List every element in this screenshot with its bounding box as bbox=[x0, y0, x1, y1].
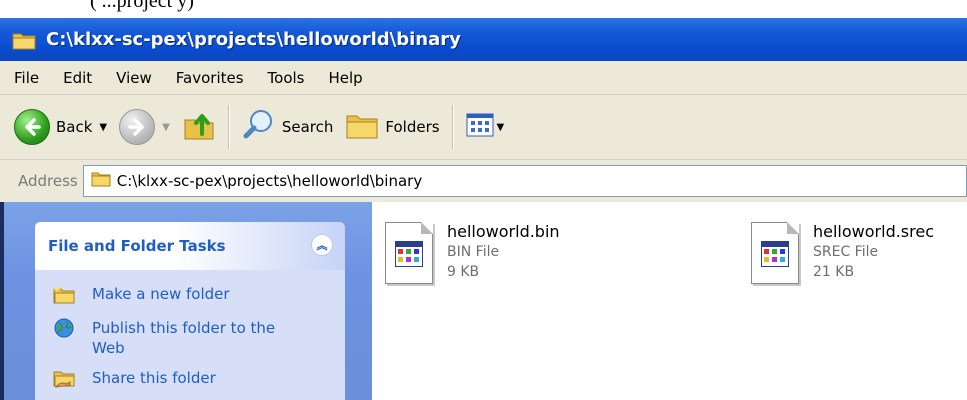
publish-web-icon bbox=[53, 318, 75, 338]
task-label: Make a new folder bbox=[92, 285, 230, 303]
menu-edit[interactable]: Edit bbox=[51, 69, 104, 87]
folders-button[interactable]: Folders bbox=[339, 104, 445, 150]
toolbar-separator bbox=[451, 105, 454, 149]
search-icon bbox=[242, 108, 276, 146]
search-label: Search bbox=[281, 118, 334, 136]
file-type: BIN File bbox=[447, 244, 500, 260]
window-left-border bbox=[0, 202, 4, 400]
forward-arrow-icon bbox=[119, 109, 156, 145]
file-item-helloworld-bin[interactable]: helloworld.bin BIN File 9 KB bbox=[385, 222, 560, 284]
collapse-chevron-icon[interactable]: ︽ bbox=[311, 234, 333, 256]
up-folder-button[interactable] bbox=[176, 104, 222, 150]
task-panel-title: File and Folder Tasks bbox=[48, 237, 226, 255]
forward-dropdown-icon[interactable]: ▼ bbox=[162, 122, 170, 133]
back-dropdown-icon[interactable]: ▼ bbox=[99, 122, 107, 133]
task-panel-header[interactable]: File and Folder Tasks ︽ bbox=[35, 222, 345, 270]
menu-view[interactable]: View bbox=[104, 69, 164, 87]
menu-help[interactable]: Help bbox=[317, 69, 375, 87]
binary-file-icon bbox=[385, 222, 433, 284]
task-label: Share this folder bbox=[92, 369, 216, 387]
file-item-helloworld-srec[interactable]: helloworld.srec SREC File 21 KB bbox=[751, 222, 934, 284]
address-label: Address bbox=[18, 172, 78, 190]
up-folder-icon bbox=[182, 108, 216, 146]
folder-icon bbox=[12, 30, 36, 50]
menu-bar: File Edit View Favorites Tools Help bbox=[0, 61, 967, 95]
task-publish-folder-to-web[interactable]: Publish this folder to the Web bbox=[53, 318, 307, 358]
menu-tools[interactable]: Tools bbox=[256, 69, 317, 87]
new-folder-icon bbox=[53, 284, 75, 304]
back-button[interactable]: Back ▼ bbox=[8, 104, 113, 150]
file-name: helloworld.srec bbox=[813, 222, 935, 241]
task-label: Publish this folder to the Web bbox=[92, 319, 276, 357]
menu-favorites[interactable]: Favorites bbox=[164, 69, 256, 87]
address-bar: Address C:\klxx-sc-pex\projects\hellowor… bbox=[0, 160, 967, 202]
file-size: 9 KB bbox=[447, 264, 480, 280]
file-folder-tasks-panel: File and Folder Tasks ︽ Make a new folde… bbox=[35, 222, 345, 400]
file-size: 21 KB bbox=[813, 264, 855, 280]
folders-label: Folders bbox=[385, 118, 440, 136]
toolbar: Back ▼ ▼ Search Folders ▼ bbox=[0, 95, 967, 160]
task-share-folder[interactable]: Share this folder bbox=[53, 368, 307, 388]
binary-file-icon bbox=[751, 222, 799, 284]
views-dropdown-icon[interactable]: ▼ bbox=[497, 122, 505, 133]
file-name: helloworld.bin bbox=[447, 222, 560, 241]
toolbar-separator bbox=[227, 105, 230, 149]
share-folder-icon bbox=[53, 368, 75, 388]
address-input[interactable]: C:\klxx-sc-pex\projects\helloworld\binar… bbox=[82, 165, 967, 197]
back-arrow-icon bbox=[14, 109, 50, 145]
back-label: Back bbox=[56, 118, 93, 136]
views-grid-icon bbox=[466, 113, 494, 141]
address-value: C:\klxx-sc-pex\projects\helloworld\binar… bbox=[116, 172, 423, 190]
folder-icon bbox=[91, 171, 111, 191]
task-panel-body: Make a new folder Publish this folder to… bbox=[35, 270, 345, 400]
search-button[interactable]: Search bbox=[236, 104, 340, 150]
file-type: SREC File bbox=[813, 244, 879, 260]
menu-file[interactable]: File bbox=[2, 69, 51, 87]
title-bar: C:\klxx-sc-pex\projects\helloworld\binar… bbox=[0, 18, 967, 61]
views-button[interactable]: ▼ bbox=[460, 104, 511, 150]
folders-icon bbox=[345, 110, 379, 144]
forward-button[interactable]: ▼ bbox=[113, 104, 176, 150]
window-title: C:\klxx-sc-pex\projects\helloworld\binar… bbox=[46, 29, 461, 50]
task-make-new-folder[interactable]: Make a new folder bbox=[53, 284, 307, 304]
cropped-caption: ( ...project y) bbox=[0, 0, 967, 18]
